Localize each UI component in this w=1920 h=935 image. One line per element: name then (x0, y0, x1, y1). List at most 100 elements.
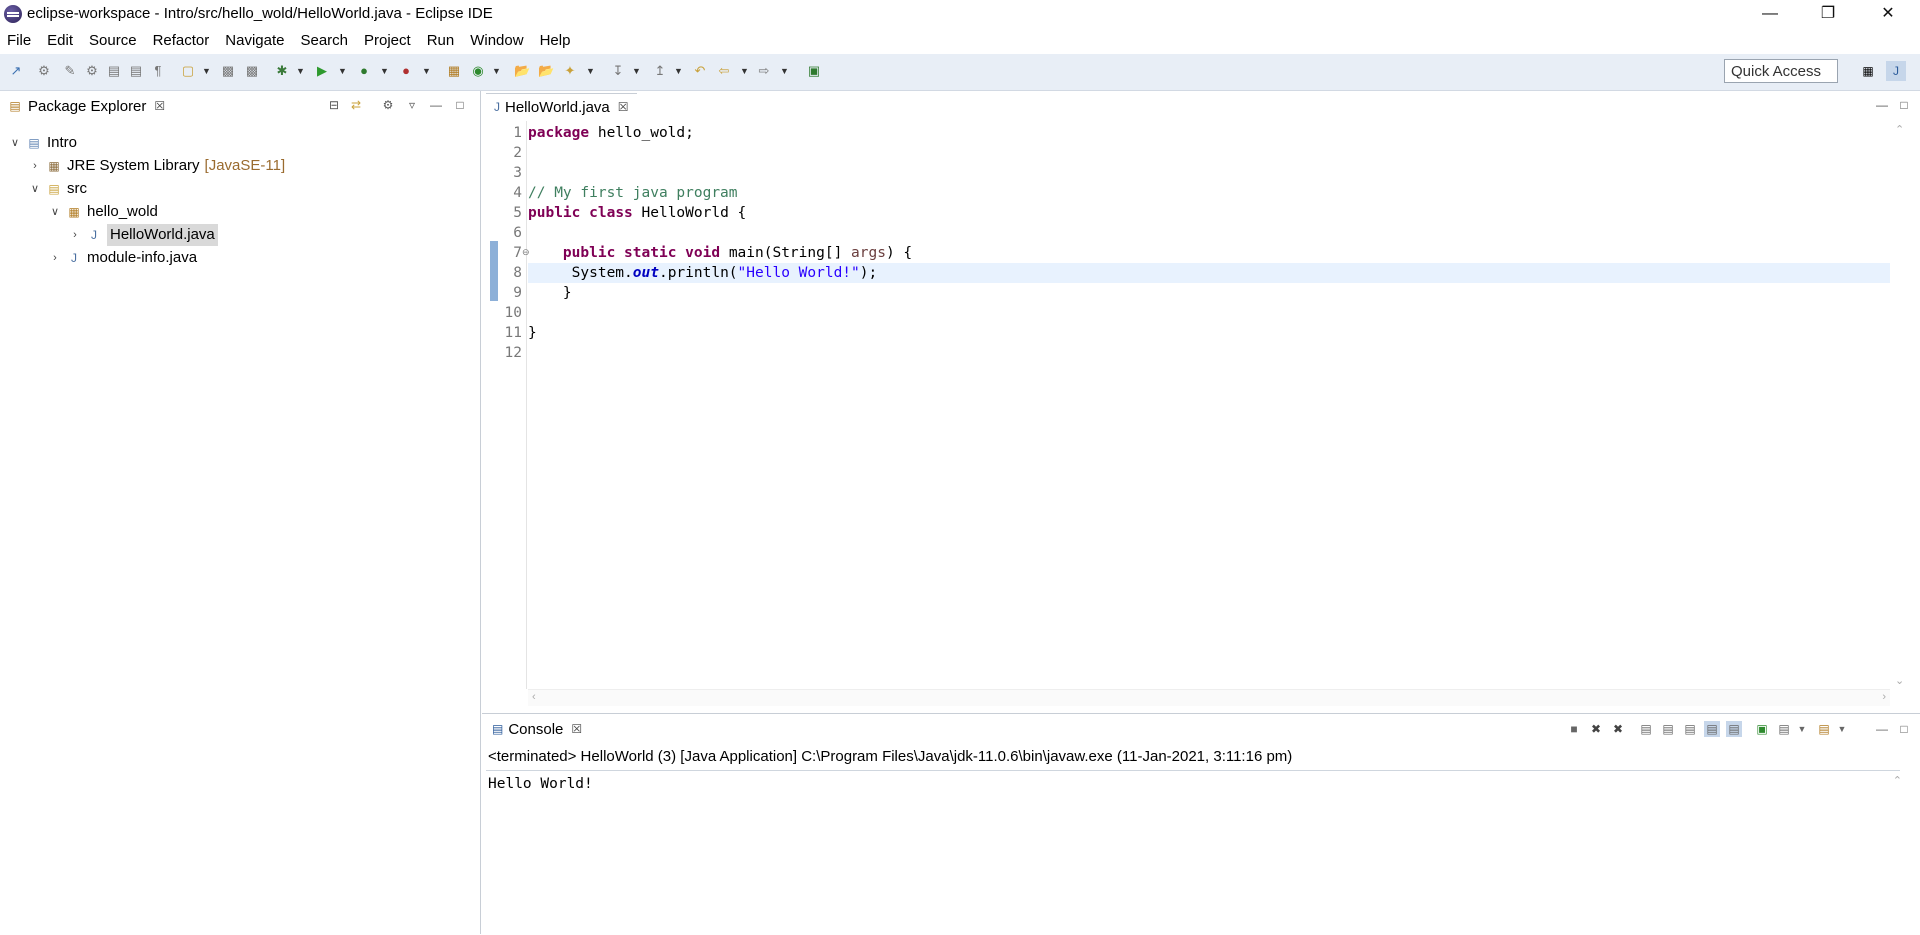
link-with-editor-icon[interactable]: ⇄ (348, 97, 364, 113)
whitespace-icon[interactable]: ▤ (128, 63, 144, 79)
save-all-icon[interactable]: ▩ (244, 63, 260, 79)
tree-item-helloworld-java[interactable]: › J HelloWorld.java (68, 224, 218, 246)
editor-tab-helloworld[interactable]: J HelloWorld.java ☒ (486, 93, 637, 120)
tree-item-hello-wold[interactable]: ∨ ▦ hello_wold (48, 201, 158, 223)
view-menu-icon[interactable]: ▿ (404, 97, 420, 113)
maximize-console-icon[interactable]: □ (1896, 721, 1912, 737)
java-perspective-icon[interactable]: J (1886, 61, 1906, 81)
back-dropdown-icon[interactable]: ▼ (740, 63, 749, 79)
scroll-lock-icon[interactable]: ▤ (1660, 721, 1676, 737)
word-wrap-icon[interactable]: ▤ (1682, 721, 1698, 737)
debug-icon[interactable]: ✱ (274, 63, 290, 79)
menu-search[interactable]: Search (293, 28, 357, 54)
run-dropdown-icon[interactable]: ▼ (338, 63, 347, 79)
maximize-view-icon[interactable]: □ (452, 97, 468, 113)
block-select-icon[interactable]: ▤ (106, 63, 122, 79)
scroll-up-icon[interactable]: ⌃ (1893, 774, 1902, 787)
occurrences-icon[interactable]: ⚙ (84, 63, 100, 79)
display-console-icon[interactable]: ▤ (1776, 721, 1792, 737)
edit-icon[interactable]: ✎ (62, 63, 78, 79)
chevron-right-icon[interactable]: › (68, 224, 82, 246)
minimize-view-icon[interactable]: — (428, 97, 444, 113)
open-console-dropdown-icon[interactable]: ▼ (1834, 721, 1850, 737)
tree-item-intro[interactable]: ∨ ▤ Intro (8, 132, 77, 154)
chevron-down-icon[interactable]: ∨ (48, 201, 62, 223)
menu-edit[interactable]: Edit (40, 28, 82, 54)
menu-window[interactable]: Window (463, 28, 532, 54)
toggle-mark-icon[interactable]: ⚙ (36, 63, 52, 79)
new-dropdown-icon[interactable]: ▼ (202, 63, 211, 79)
minimize-console-icon[interactable]: — (1874, 721, 1890, 737)
menu-help[interactable]: Help (533, 28, 580, 54)
new-class-icon[interactable]: ◉ (470, 63, 486, 79)
next-annotation-dropdown-icon[interactable]: ▼ (632, 63, 641, 79)
code-editor[interactable]: package hello_wold; // My first java pro… (528, 121, 1890, 689)
vertical-scrollbar[interactable]: ⌃ ⌄ (1892, 121, 1908, 689)
pilcrow-icon[interactable]: ¶ (150, 63, 166, 79)
open-console-icon[interactable]: ▤ (1816, 721, 1832, 737)
back-icon[interactable]: ⇦ (716, 63, 732, 79)
restore-button[interactable]: ❐ (1800, 0, 1856, 28)
console-output[interactable]: Hello World! (488, 776, 593, 792)
menu-run[interactable]: Run (420, 28, 464, 54)
quick-access-input[interactable]: Quick Access (1724, 59, 1838, 83)
open-folder-icon[interactable]: 📂 (538, 63, 554, 79)
chevron-right-icon[interactable]: › (28, 155, 42, 177)
scroll-left-icon[interactable]: ‹ (532, 691, 536, 703)
chevron-down-icon[interactable]: ∨ (8, 132, 22, 154)
menu-file[interactable]: File (0, 28, 40, 54)
prev-annotation-dropdown-icon[interactable]: ▼ (674, 63, 683, 79)
prev-annotation-icon[interactable]: ↥ (652, 63, 668, 79)
close-button[interactable]: ✕ (1860, 0, 1916, 28)
search-dropdown-icon[interactable]: ▼ (586, 63, 595, 79)
open-type-icon[interactable]: 📂 (514, 63, 530, 79)
chevron-right-icon[interactable]: › (48, 247, 62, 269)
select-pointer-icon[interactable]: ↗ (8, 63, 24, 79)
menu-source[interactable]: Source (82, 28, 146, 54)
terminate-icon[interactable]: ■ (1566, 721, 1582, 737)
scroll-up-icon[interactable]: ⌃ (1895, 123, 1904, 136)
external-tools-icon[interactable]: ● (398, 63, 414, 79)
next-annotation-icon[interactable]: ↧ (610, 63, 626, 79)
search-tool-icon[interactable]: ✦ (562, 63, 578, 79)
package-explorer-tab[interactable]: ▤ Package Explorer ☒ (2, 93, 171, 119)
pin-console-icon[interactable]: ▣ (1754, 721, 1770, 737)
remove-launch-icon[interactable]: ✖ (1588, 721, 1604, 737)
maximize-editor-icon[interactable]: □ (1896, 97, 1912, 113)
tree-item-src[interactable]: ∨ ▤ src (28, 178, 87, 200)
forward-dropdown-icon[interactable]: ▼ (780, 63, 789, 79)
clear-console-icon[interactable]: ▤ (1638, 721, 1654, 737)
scroll-right-icon[interactable]: › (1882, 691, 1886, 703)
tree-item-module-info[interactable]: › J module-info.java (48, 247, 197, 269)
forward-icon[interactable]: ⇨ (756, 63, 772, 79)
new-class-dropdown-icon[interactable]: ▼ (492, 63, 501, 79)
close-tab-icon[interactable]: ☒ (618, 100, 629, 114)
minimize-button[interactable]: — (1742, 0, 1798, 28)
save-icon[interactable]: ▩ (220, 63, 236, 79)
console-tab[interactable]: ▤ Console ☒ (486, 716, 589, 742)
menu-navigate[interactable]: Navigate (218, 28, 293, 54)
open-perspective-icon[interactable]: ▦ (1858, 61, 1878, 81)
tree-item-jre[interactable]: › ▦ JRE System Library [JavaSE-11] (28, 155, 285, 177)
filter-icon[interactable]: ⚙ (380, 97, 396, 113)
show-on-stderr-icon[interactable]: ▤ (1726, 721, 1742, 737)
menu-project[interactable]: Project (357, 28, 420, 54)
chevron-down-icon[interactable]: ∨ (28, 178, 42, 200)
external-tools-dropdown-icon[interactable]: ▼ (422, 63, 431, 79)
horizontal-scrollbar[interactable]: ‹ › (528, 689, 1890, 706)
minimize-editor-icon[interactable]: — (1874, 97, 1890, 113)
display-console-dropdown-icon[interactable]: ▼ (1794, 721, 1810, 737)
last-edit-icon[interactable]: ↶ (692, 63, 708, 79)
remove-all-launches-icon[interactable]: ✖ (1610, 721, 1626, 737)
coverage-icon[interactable]: ● (356, 63, 372, 79)
new-java-project-icon[interactable]: ▦ (446, 63, 462, 79)
show-on-stdout-icon[interactable]: ▤ (1704, 721, 1720, 737)
debug-dropdown-icon[interactable]: ▼ (296, 63, 305, 79)
menu-refactor[interactable]: Refactor (146, 28, 219, 54)
coverage-dropdown-icon[interactable]: ▼ (380, 63, 389, 79)
pin-editor-icon[interactable]: ▣ (806, 63, 822, 79)
collapse-all-icon[interactable]: ⊟ (326, 97, 342, 113)
new-icon[interactable]: ▢ (180, 63, 196, 79)
run-icon[interactable]: ▶ (314, 63, 330, 79)
close-tab-icon[interactable]: ☒ (154, 99, 165, 113)
